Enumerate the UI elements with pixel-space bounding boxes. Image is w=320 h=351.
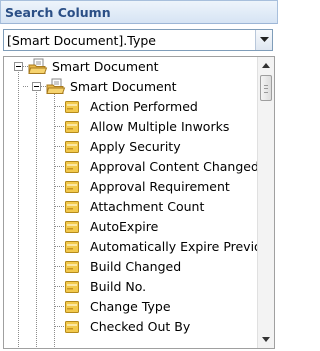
collapse-toggle-root[interactable] xyxy=(14,62,23,71)
field-icon xyxy=(65,121,79,133)
tree-field-label: Build No. xyxy=(90,279,147,294)
field-icon xyxy=(65,181,79,193)
tree-field-label: AutoExpire xyxy=(90,219,159,234)
tree-node-root[interactable]: Smart Document xyxy=(28,57,248,77)
tree-field-item[interactable]: Approval Requirement xyxy=(64,177,258,197)
dropdown-button[interactable] xyxy=(255,30,272,50)
field-icon xyxy=(65,161,79,173)
tree-field-item[interactable]: AutoExpire xyxy=(64,217,258,237)
tree-line xyxy=(55,106,64,107)
tree-field-item[interactable]: Action Performed xyxy=(64,97,258,117)
tree-line xyxy=(55,326,64,327)
column-tree[interactable]: Smart Document Smart Document Action Per… xyxy=(3,56,275,349)
column-selector-dropdown[interactable]: [Smart Document].Type xyxy=(3,29,273,51)
scroll-down-button[interactable] xyxy=(258,331,274,348)
tree-line xyxy=(55,226,64,227)
scroll-thumb[interactable] xyxy=(260,75,272,101)
tree-field-label: Approval Content Changed xyxy=(90,159,258,174)
tree-line xyxy=(55,186,64,187)
collapse-toggle-child[interactable] xyxy=(32,82,41,91)
tree-field-item[interactable]: Approval Content Changed xyxy=(64,157,258,177)
field-icon xyxy=(65,261,79,273)
tree-field-label: Change Type xyxy=(90,299,171,314)
search-column-panel: Search Column [Smart Document].Type Smar… xyxy=(0,0,278,351)
tree-line xyxy=(55,126,64,127)
tree-field-label: Checked Out By xyxy=(90,319,191,334)
tree-line xyxy=(54,91,55,348)
field-icon xyxy=(65,301,79,313)
chevron-down-icon xyxy=(260,37,269,42)
tree-field-label: Approval Requirement xyxy=(90,179,230,194)
tree-field-item[interactable]: Attachment Count xyxy=(64,197,258,217)
field-icon xyxy=(65,141,79,153)
folder-document-icon xyxy=(28,58,48,74)
tree-line xyxy=(55,306,64,307)
field-icon xyxy=(65,281,79,293)
folder-document-icon xyxy=(46,78,66,94)
field-icon xyxy=(65,221,79,233)
field-icon xyxy=(65,321,79,333)
field-icon xyxy=(65,201,79,213)
tree-node-label: Smart Document xyxy=(70,79,177,94)
panel-title: Search Column xyxy=(5,5,111,20)
tree-line xyxy=(55,246,64,247)
tree-node-child[interactable]: Smart Document xyxy=(46,77,256,97)
tree-field-item[interactable]: Build No. xyxy=(64,277,258,297)
tree-line xyxy=(55,206,64,207)
tree-field-label: Attachment Count xyxy=(90,199,205,214)
tree-line xyxy=(55,146,64,147)
tree-line xyxy=(18,67,19,348)
tree-line xyxy=(23,86,28,87)
scroll-up-button[interactable] xyxy=(258,57,274,74)
tree-field-item[interactable]: Apply Security xyxy=(64,137,258,157)
tree-field-label: Apply Security xyxy=(90,139,181,154)
arrow-up-icon xyxy=(262,63,270,68)
tree-line xyxy=(55,266,64,267)
tree-field-label: Build Changed xyxy=(90,259,182,274)
tree-node-label: Smart Document xyxy=(52,59,159,74)
tree-field-item[interactable]: Allow Multiple Inworks xyxy=(64,117,258,137)
tree-line xyxy=(55,286,64,287)
field-icon xyxy=(65,101,79,113)
tree-field-label: Allow Multiple Inworks xyxy=(90,119,230,134)
tree-field-item[interactable]: Automatically Expire Previou xyxy=(64,237,258,257)
field-icon xyxy=(65,241,79,253)
tree-field-item[interactable]: Build Changed xyxy=(64,257,258,277)
tree-line xyxy=(36,89,37,348)
tree-field-label: Automatically Expire Previou xyxy=(90,239,258,254)
tree-field-label: Action Performed xyxy=(90,99,198,114)
tree-field-item[interactable]: Checked Out By xyxy=(64,317,258,337)
tree-field-item[interactable]: Change Type xyxy=(64,297,258,317)
column-selector-value: [Smart Document].Type xyxy=(7,33,156,48)
panel-header: Search Column xyxy=(0,0,278,24)
vertical-scrollbar[interactable] xyxy=(257,57,274,348)
tree-line xyxy=(55,166,64,167)
arrow-down-icon xyxy=(262,337,270,342)
tree-content: Smart Document Smart Document Action Per… xyxy=(4,57,258,348)
